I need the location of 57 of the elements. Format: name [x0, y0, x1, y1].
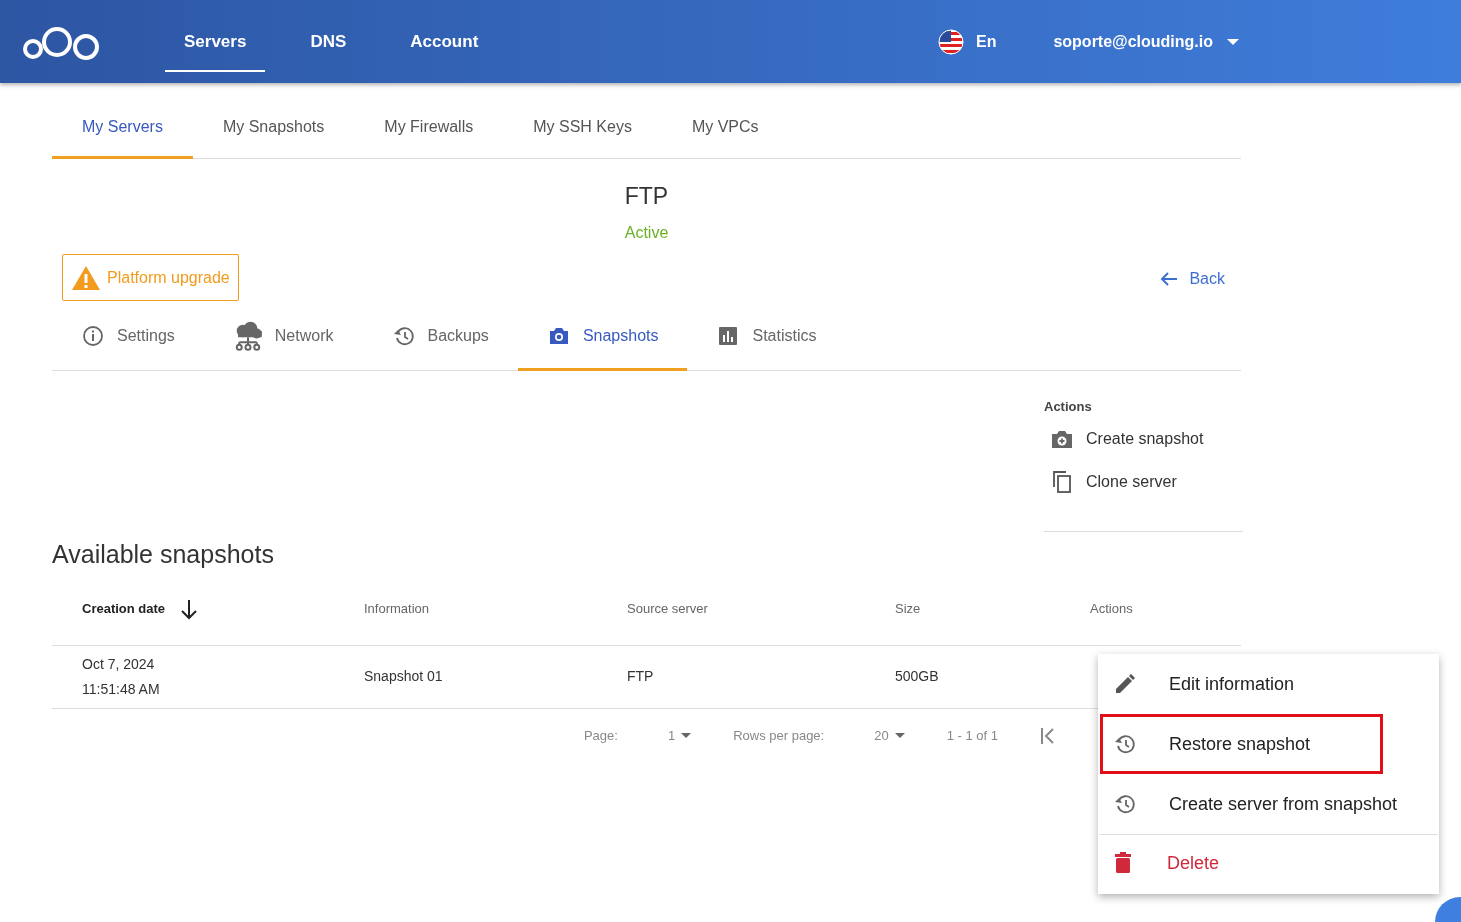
detail-tab[interactable]: Network: [203, 309, 363, 371]
nav-tab[interactable]: Account: [391, 23, 498, 72]
caret-icon: [1227, 38, 1239, 45]
menu-item[interactable]: Delete: [1098, 834, 1439, 894]
detail-tab[interactable]: Snapshots: [517, 309, 688, 371]
table-cell: 500GB: [895, 668, 939, 684]
caret-icon: [681, 733, 692, 738]
floating-button[interactable]: [1435, 897, 1461, 922]
page-select[interactable]: 1: [667, 728, 692, 743]
server-status: Active: [623, 224, 670, 242]
select-value: 20: [874, 728, 889, 743]
table-cell: Snapshot 01: [364, 668, 443, 684]
detail-tab[interactable]: Backups: [362, 309, 518, 371]
action-label[interactable]: Create snapshot: [1086, 430, 1204, 448]
history-icon: [1113, 732, 1137, 756]
menu-item[interactable]: Restore snapshot: [1100, 714, 1383, 774]
caret-icon: [894, 733, 905, 738]
menu-item[interactable]: Edit information: [1100, 654, 1383, 714]
server-name: FTP: [623, 183, 670, 210]
subnav-tab[interactable]: My Snapshots: [192, 118, 355, 159]
arrow-left-icon: [1159, 270, 1180, 287]
column-header[interactable]: Size: [895, 601, 921, 617]
copy-icon: [1050, 470, 1074, 494]
first-page-icon[interactable]: [1040, 726, 1056, 745]
detail-tab[interactable]: Statistics: [687, 309, 846, 371]
subnav-tab[interactable]: My VPCs: [661, 118, 789, 159]
page-label: Page:: [583, 728, 618, 743]
info-icon: [81, 324, 105, 348]
menu-item[interactable]: Create server from snapshot: [1100, 774, 1437, 834]
column-header[interactable]: Information: [364, 601, 430, 617]
history-icon: [1113, 792, 1137, 816]
language-label[interactable]: En: [975, 32, 997, 51]
table-cell: FTP: [627, 668, 654, 684]
column-header[interactable]: Creation date: [82, 601, 166, 617]
user-menu[interactable]: soporte@clouding.io: [1053, 32, 1239, 51]
pencil-icon: [1113, 672, 1137, 696]
subnav-tab[interactable]: My Servers: [52, 118, 193, 159]
nav-tab[interactable]: DNS: [291, 23, 366, 72]
section-heading: Available snapshots: [52, 540, 275, 569]
nav-tab[interactable]: Servers: [165, 23, 266, 72]
date-text: Oct 7, 2024: [82, 654, 156, 674]
time-text: 11:51:48 AM: [82, 679, 161, 699]
action-label[interactable]: Clone server: [1086, 473, 1177, 491]
back-link[interactable]: Back: [1159, 269, 1225, 288]
column-header[interactable]: Actions: [1090, 601, 1133, 617]
warning-icon: [71, 264, 101, 291]
flag-icon[interactable]: [937, 28, 964, 55]
detail-tab[interactable]: Settings: [52, 309, 204, 371]
subnav-tab[interactable]: My SSH Keys: [503, 118, 662, 159]
rows-per-page-select[interactable]: 20: [874, 728, 905, 743]
select-value: 1: [667, 728, 676, 743]
subnav-tab[interactable]: My Firewalls: [354, 118, 504, 159]
page-range: 1 - 1 of 1: [946, 728, 998, 743]
column-header[interactable]: Source server: [627, 601, 708, 617]
actions-heading: Actions: [1044, 399, 1092, 414]
rows-per-page-label: Rows per page:: [733, 728, 825, 743]
sort-arrow-down-icon[interactable]: [179, 597, 200, 620]
